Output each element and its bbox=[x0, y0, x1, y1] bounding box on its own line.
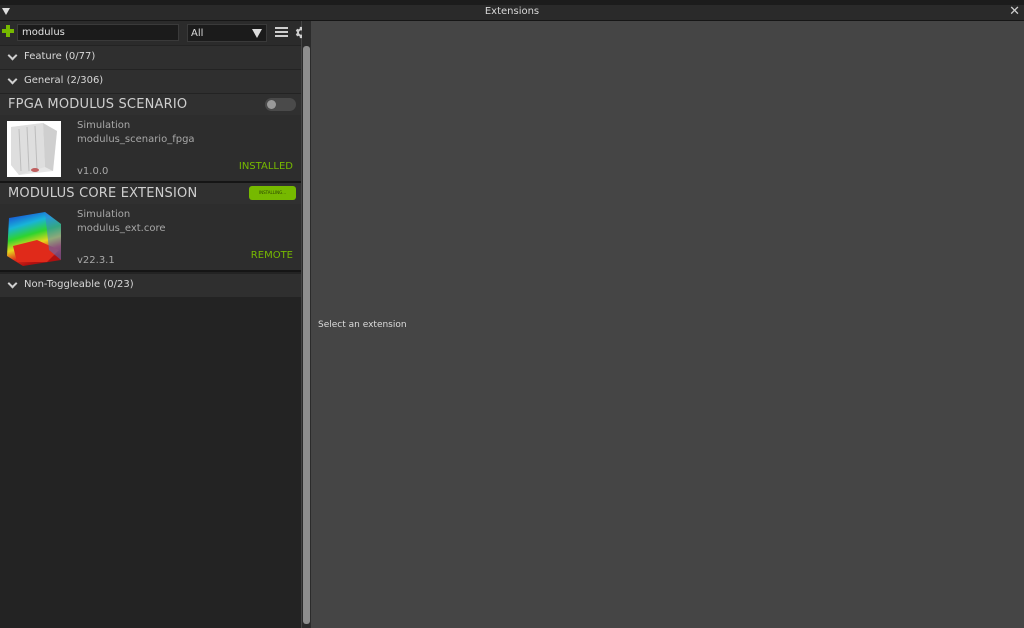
section-feature[interactable]: Feature (0/77) bbox=[0, 46, 301, 69]
extension-title: FPGA MODULUS SCENARIO bbox=[8, 97, 188, 112]
section-label: Non-Toggleable (0/23) bbox=[24, 279, 134, 290]
toggle-knob bbox=[267, 100, 276, 109]
extension-card[interactable]: Simulation modulus_ext.core v22.3.1 REMO… bbox=[0, 204, 301, 270]
search-input[interactable] bbox=[17, 24, 179, 41]
extension-version: v22.3.1 bbox=[77, 255, 115, 266]
section-non-toggleable[interactable]: Non-Toggleable (0/23) bbox=[0, 274, 301, 297]
extension-category: Simulation bbox=[77, 120, 131, 131]
extension-id: modulus_scenario_fpga bbox=[77, 134, 195, 145]
section-label: General (2/306) bbox=[24, 75, 104, 86]
window-titlebar: Extensions ✕ bbox=[0, 4, 1024, 21]
window-title: Extensions bbox=[484, 6, 540, 17]
list-scrollbar[interactable] bbox=[302, 21, 311, 628]
extension-thumbnail bbox=[7, 210, 61, 266]
dropdown-arrow-icon bbox=[252, 29, 262, 38]
hamburger-menu-icon[interactable] bbox=[275, 27, 288, 37]
chevron-down-icon bbox=[7, 50, 18, 61]
filter-selected-value: All bbox=[191, 28, 204, 39]
extension-state: INSTALLED bbox=[238, 161, 293, 172]
extension-card[interactable]: Simulation modulus_scenario_fpga v1.0.0 … bbox=[0, 115, 301, 181]
close-icon[interactable]: ✕ bbox=[1009, 4, 1020, 19]
extension-version: v1.0.0 bbox=[77, 166, 109, 177]
details-empty-message: Select an extension bbox=[318, 320, 407, 330]
extension-title: MODULUS CORE EXTENSION bbox=[8, 186, 198, 201]
scrollbar-thumb[interactable] bbox=[303, 46, 310, 624]
section-general[interactable]: General (2/306) bbox=[0, 70, 301, 93]
extension-card-header[interactable]: MODULUS CORE EXTENSION INSTALLING... bbox=[0, 183, 301, 204]
extension-category: Simulation bbox=[77, 209, 131, 220]
extensions-list-panel: All Feature (0/77) General (2/306) FPGA … bbox=[0, 21, 307, 628]
chevron-down-icon bbox=[7, 74, 18, 85]
extension-id: modulus_ext.core bbox=[77, 223, 166, 234]
extension-state: REMOTE bbox=[250, 250, 293, 261]
installing-button[interactable]: INSTALLING... bbox=[249, 186, 296, 200]
add-icon[interactable] bbox=[2, 25, 14, 37]
chevron-down-icon bbox=[7, 278, 18, 289]
extension-card-header[interactable]: FPGA MODULUS SCENARIO bbox=[0, 94, 301, 115]
filter-dropdown[interactable]: All bbox=[187, 24, 267, 42]
card-divider bbox=[0, 270, 301, 272]
extensions-toolbar: All bbox=[0, 21, 307, 45]
enable-toggle[interactable] bbox=[265, 98, 296, 111]
extension-thumbnail bbox=[7, 121, 61, 177]
section-label: Feature (0/77) bbox=[24, 51, 96, 62]
